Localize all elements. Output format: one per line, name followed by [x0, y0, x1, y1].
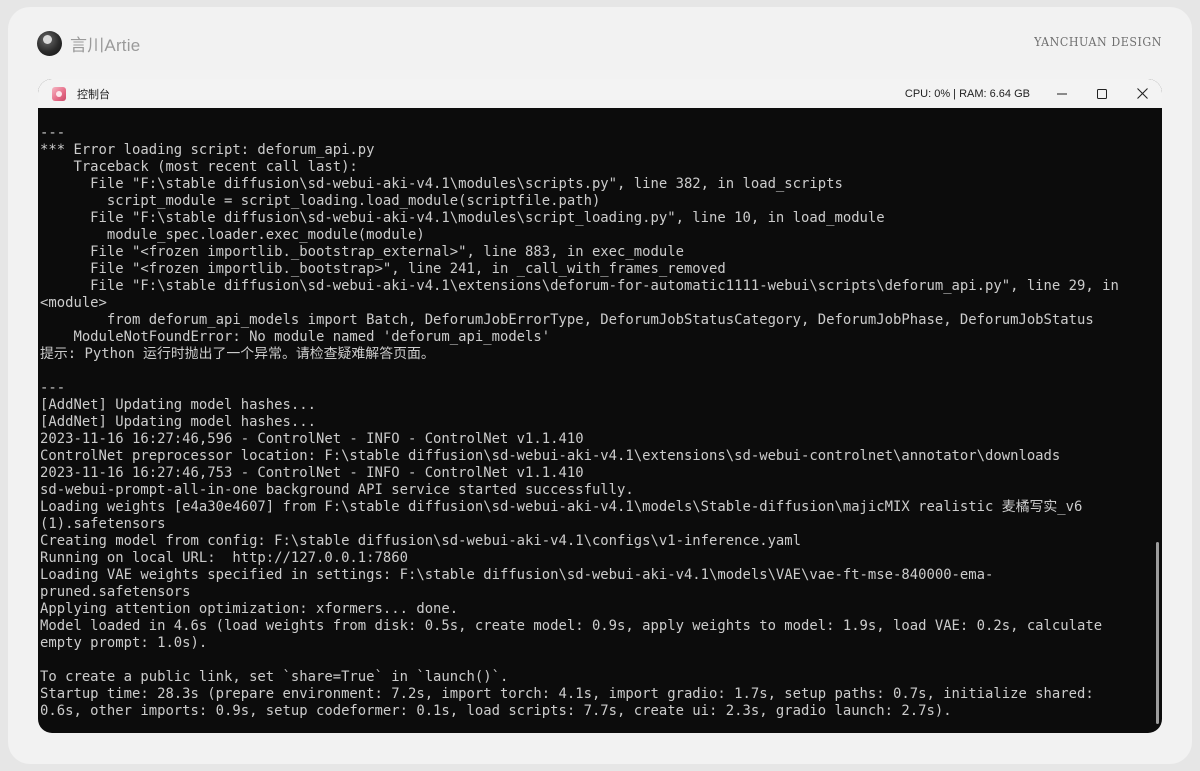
- console-line: Startup time: 28.3s (prepare environment…: [40, 686, 1094, 702]
- console-line: Loading weights [e4a30e4607] from F:\sta…: [40, 499, 1083, 515]
- maximize-button[interactable]: [1082, 79, 1122, 108]
- console-line: [AddNet] Updating model hashes...: [40, 397, 316, 413]
- close-button[interactable]: [1122, 79, 1162, 108]
- console-line: 提示: Python 运行时抛出了一个异常。请检查疑难解答页面。: [40, 346, 435, 362]
- console-line: pruned.safetensors: [40, 584, 191, 600]
- minimize-button[interactable]: [1042, 79, 1082, 108]
- console-line: 2023-11-16 16:27:46,596 - ControlNet - I…: [40, 431, 584, 447]
- console-line: ModuleNotFoundError: No module named 'de…: [40, 329, 551, 345]
- console-window: 控制台 CPU: 0% | RAM: 6.64 GB --- *** Error …: [38, 79, 1162, 733]
- console-line: ---: [40, 125, 66, 141]
- console-line: Traceback (most recent call last):: [40, 159, 358, 175]
- title-bar[interactable]: 控制台 CPU: 0% | RAM: 6.64 GB: [38, 79, 1162, 108]
- close-icon: [1136, 88, 1148, 99]
- brand: 言川Artie: [37, 30, 140, 56]
- console-line: (1).safetensors: [40, 516, 166, 532]
- scrollbar-thumb[interactable]: [1156, 542, 1159, 724]
- console-line: File "<frozen importlib._bootstrap_exter…: [40, 244, 684, 260]
- console-line: 2023-11-16 16:27:46,753 - ControlNet - I…: [40, 465, 584, 481]
- console-output[interactable]: --- *** Error loading script: deforum_api…: [40, 125, 1152, 725]
- console-line: empty prompt: 1.0s).: [40, 635, 208, 651]
- console-line: 0.6s, other imports: 0.9s, setup codefor…: [40, 703, 952, 719]
- console-line: [AddNet] Updating model hashes...: [40, 414, 316, 430]
- console-line: File "F:\stable diffusion\sd-webui-aki-v…: [40, 176, 843, 192]
- console-line: File "F:\stable diffusion\sd-webui-aki-v…: [40, 210, 885, 226]
- console-line: Loading VAE weights specified in setting…: [40, 567, 994, 583]
- console-line: Running on local URL: http://127.0.0.1:7…: [40, 550, 408, 566]
- design-label: YANCHUAN DESIGN: [1034, 35, 1162, 49]
- console-line: sd-webui-prompt-all-in-one background AP…: [40, 482, 634, 498]
- minimize-icon: [1057, 93, 1067, 94]
- console-line: Creating model from config: F:\stable di…: [40, 533, 802, 549]
- console-line: File "F:\stable diffusion\sd-webui-aki-v…: [40, 278, 1119, 294]
- console-line: File "<frozen importlib._bootstrap>", li…: [40, 261, 726, 277]
- app-icon: [52, 86, 66, 101]
- console-line: module_spec.loader.exec_module(module): [40, 227, 425, 243]
- brand-name: 言川Artie: [70, 35, 141, 55]
- console-line: ControlNet preprocessor location: F:\sta…: [40, 448, 1061, 464]
- avatar: [37, 30, 62, 56]
- console-line: Model loaded in 4.6s (load weights from …: [40, 618, 1103, 634]
- resource-status: CPU: 0% | RAM: 6.64 GB: [904, 87, 1030, 100]
- console-line: from deforum_api_models import Batch, De…: [40, 312, 1094, 328]
- console-line: <module>: [40, 295, 107, 311]
- console-line: Applying attention optimization: xformer…: [40, 601, 459, 617]
- console-line: script_module = script_loading.load_modu…: [40, 193, 601, 209]
- console-line: *** Error loading script: deforum_api.py: [40, 142, 375, 158]
- console-line: ---: [40, 380, 66, 396]
- window-title: 控制台: [77, 88, 110, 101]
- maximize-icon: [1097, 88, 1107, 99]
- console-line: To create a public link, set `share=True…: [40, 669, 509, 685]
